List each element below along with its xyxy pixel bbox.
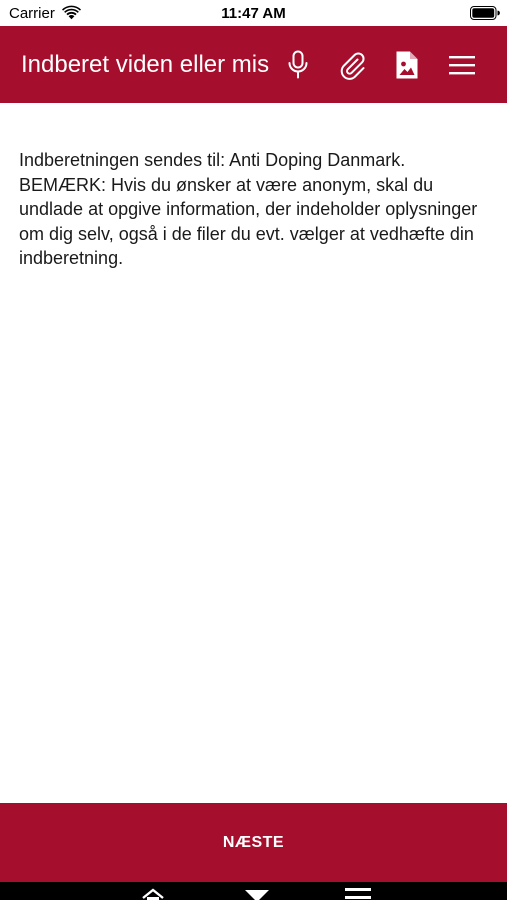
nav-bar bbox=[0, 882, 507, 900]
battery-icon bbox=[470, 6, 500, 20]
info-text: Indberetningen sendes til: Anti Doping D… bbox=[19, 150, 478, 268]
page-title: Indberet viden eller mis bbox=[21, 51, 270, 78]
microphone-icon[interactable] bbox=[283, 50, 313, 80]
status-bar: Carrier 11:47 AM bbox=[0, 0, 507, 26]
screen: Carrier 11:47 AM Indberet viden eller mi… bbox=[0, 0, 507, 900]
app-header: Indberet viden eller mis bbox=[0, 26, 507, 103]
clock-label: 11:47 AM bbox=[221, 5, 286, 22]
home-icon[interactable] bbox=[141, 886, 165, 900]
recent-apps-icon[interactable] bbox=[244, 886, 270, 900]
image-file-icon[interactable] bbox=[392, 50, 422, 80]
paperclip-icon[interactable] bbox=[337, 50, 367, 80]
hamburger-menu-icon[interactable] bbox=[447, 50, 477, 80]
next-button[interactable]: NÆSTE bbox=[0, 803, 507, 882]
menu-icon[interactable] bbox=[345, 886, 371, 900]
